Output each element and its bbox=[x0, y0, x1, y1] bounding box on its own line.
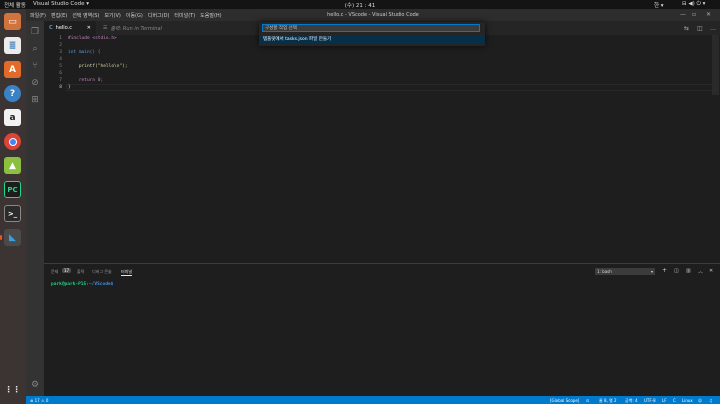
bell-icon[interactable]: ♫ bbox=[709, 398, 713, 403]
pycharm-icon[interactable]: PC bbox=[4, 181, 21, 198]
minimize-button[interactable]: — bbox=[680, 11, 686, 18]
line-number: 6 bbox=[59, 71, 62, 76]
close-button[interactable]: ✕ bbox=[706, 11, 711, 18]
split-editor-icon[interactable]: ◫ bbox=[697, 25, 703, 32]
running-indicator bbox=[0, 235, 2, 240]
chrome-icon[interactable] bbox=[4, 133, 21, 150]
gear-icon[interactable]: ⚙ bbox=[29, 379, 41, 391]
android-studio-icon[interactable]: ▲ bbox=[4, 157, 21, 174]
encoding-status[interactable]: UTF-8 bbox=[644, 398, 656, 403]
system-top-bar: 전체 활동 Visual Studio Code ▾ (수) 21 : 41 한… bbox=[0, 0, 720, 9]
explorer-icon[interactable]: ❐ bbox=[29, 26, 41, 38]
chevron-down-icon: ▾ bbox=[650, 269, 653, 274]
tab-output[interactable]: 출력 bbox=[77, 269, 84, 275]
source-control-icon[interactable]: ⑂ bbox=[29, 60, 41, 72]
search-icon[interactable]: ⌕ bbox=[29, 43, 41, 55]
new-terminal-icon[interactable]: + bbox=[662, 267, 667, 274]
line-number: 7 bbox=[59, 78, 62, 83]
tab-terminal[interactable]: 터미널 bbox=[121, 269, 133, 276]
help-icon[interactable]: ? bbox=[4, 85, 21, 102]
line-number: 2 bbox=[59, 43, 62, 48]
input-language[interactable]: 한 ▾ bbox=[654, 1, 664, 9]
code-line[interactable]: return 0; bbox=[68, 78, 103, 83]
files-app-icon[interactable]: ▭ bbox=[4, 13, 21, 30]
window-title: hello.c - VScode - Visual Studio Code bbox=[327, 12, 419, 18]
code-line[interactable]: #include <stdio.h> bbox=[68, 36, 117, 41]
maximize-panel-icon[interactable]: ︿ bbox=[698, 268, 703, 275]
code-line[interactable]: int main() { bbox=[68, 50, 101, 55]
software-center-icon[interactable]: A bbox=[4, 61, 21, 78]
indentation-status[interactable]: 공백: 4 bbox=[625, 398, 638, 404]
line-number: 5 bbox=[59, 64, 62, 69]
more-actions-icon[interactable]: … bbox=[710, 25, 716, 32]
trash-icon[interactable]: ▥ bbox=[686, 268, 691, 274]
tab-debug-console[interactable]: 디버그 콘솔 bbox=[92, 269, 112, 275]
minimap[interactable] bbox=[712, 35, 719, 95]
terminal-select[interactable]: 1: bash ▾ bbox=[595, 268, 655, 275]
line-number: 3 bbox=[59, 50, 62, 55]
show-applications-icon[interactable]: ⋮⋮ bbox=[4, 381, 21, 398]
code-line[interactable]: printf("hello\n"); bbox=[68, 64, 128, 69]
terminal-icon[interactable]: >_ bbox=[4, 205, 21, 222]
vscode-title-bar: 파일(F) 편집(E) 선택 영역(S) 보기(V) 이동(G) 디버그(D) … bbox=[26, 9, 720, 21]
c-file-icon: C bbox=[49, 25, 53, 31]
maximize-button[interactable]: ▫ bbox=[692, 11, 696, 18]
palette-input[interactable]: 구성할 작업 선택 bbox=[262, 24, 480, 32]
tab-label: hello.c bbox=[55, 25, 73, 31]
status-bar: ⊗ 17 ⚠ 0 [Global Scope] ⊡ 줄 8, 열 2 공백: 4… bbox=[26, 396, 720, 404]
tab-run-output[interactable]: ☰ 출력: Run in Terminal bbox=[98, 21, 167, 35]
problems-status[interactable]: ⊗ 17 ⚠ 0 bbox=[30, 398, 48, 403]
bottom-panel: 문제 17 출력 디버그 콘솔 터미널 1: bash ▾ + ◫ ▥ ︿ ✕ … bbox=[44, 263, 720, 397]
system-tray-icons[interactable]: ⊟ ◀) ⏻ ▾ bbox=[682, 1, 705, 8]
writer-app-icon[interactable]: ≣ bbox=[4, 37, 21, 54]
tab-hello-c[interactable]: C hello.c ✕ bbox=[44, 21, 96, 35]
palette-item-create-tasks-json[interactable]: 템플릿에서 tasks.json 파일 만들기 bbox=[259, 35, 485, 44]
eol-status[interactable]: LF bbox=[662, 398, 667, 403]
extensions-icon[interactable]: ⊞ bbox=[29, 94, 41, 106]
code-editor[interactable]: 1 #include <stdio.h> 2 3 int main() { 4 … bbox=[44, 35, 720, 263]
vscode-icon[interactable]: ◣ bbox=[4, 229, 21, 246]
tab-label: 출력: Run in Terminal bbox=[110, 25, 162, 32]
scope-status[interactable]: [Global Scope] bbox=[550, 398, 579, 403]
code-line[interactable]: } bbox=[68, 85, 71, 90]
line-number: 4 bbox=[59, 57, 62, 62]
tab-problems[interactable]: 문제 bbox=[51, 269, 58, 275]
line-number: 1 bbox=[59, 36, 62, 41]
debug-icon[interactable]: ⊘ bbox=[29, 77, 41, 89]
prompt-path: :~/VScode$ bbox=[86, 282, 114, 287]
prompt-user: park@park-P15 bbox=[51, 282, 87, 287]
language-status[interactable]: C bbox=[673, 398, 676, 403]
compare-icon[interactable]: ⇆ bbox=[684, 25, 689, 32]
amazon-icon[interactable]: a bbox=[4, 109, 21, 126]
close-panel-icon[interactable]: ✕ bbox=[709, 268, 713, 274]
close-tab-icon[interactable]: ✕ bbox=[87, 25, 91, 31]
output-icon: ☰ bbox=[103, 25, 108, 31]
problems-count-badge: 17 bbox=[62, 268, 72, 273]
clock[interactable]: (수) 21 : 41 bbox=[0, 1, 720, 9]
app-dock: ▭ ≣ A ? a ▲ PC >_ ◣ ⋮⋮ bbox=[0, 9, 26, 404]
activity-bar: ❐ ⌕ ⑂ ⊘ ⊞ ⚙ bbox=[26, 21, 44, 396]
current-line-highlight bbox=[66, 84, 716, 91]
terminal-output[interactable]: park@park-P15:~/VScode$ bbox=[51, 282, 113, 287]
os-status[interactable]: Linux bbox=[682, 398, 693, 403]
line-number: 8 bbox=[59, 85, 62, 90]
sync-icon[interactable]: ⊡ bbox=[586, 398, 589, 403]
smiley-icon[interactable]: ☺ bbox=[698, 398, 702, 403]
command-palette: 구성할 작업 선택 템플릿에서 tasks.json 파일 만들기 bbox=[259, 22, 485, 46]
cursor-position[interactable]: 줄 8, 열 2 bbox=[599, 398, 617, 404]
terminal-select-value: 1: bash bbox=[597, 269, 612, 274]
split-terminal-icon[interactable]: ◫ bbox=[674, 268, 679, 274]
